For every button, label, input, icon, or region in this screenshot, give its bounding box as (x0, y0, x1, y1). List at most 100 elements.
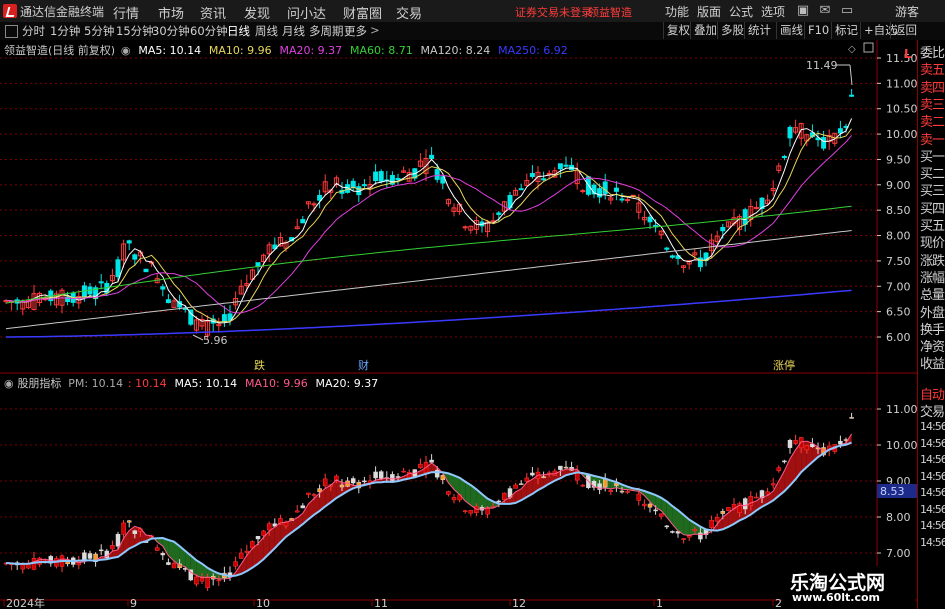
indicator-tick-label: 8.00 (886, 511, 911, 524)
indicator-candle (642, 503, 647, 507)
tf-multi[interactable]: 多周期 (309, 23, 344, 39)
indicator-candle (502, 492, 507, 500)
chart-area[interactable]: 11.50 11.00 10.50 10.00 9.50 9.00 8.50 8.00 7.50… (0, 40, 917, 609)
menu-assistant[interactable]: 问小达 (287, 3, 326, 22)
mail-icon[interactable]: ✉ (818, 4, 832, 18)
event-limit-up-label: 涨停 (773, 358, 795, 372)
indicator-settings-icon[interactable]: ◉ (4, 377, 14, 390)
btn-mark[interactable]: 标记 (831, 22, 861, 39)
candle (496, 212, 502, 215)
indicator-candle (524, 477, 530, 482)
tf-1min[interactable]: 1分钟 (50, 23, 80, 39)
btn-overlay[interactable]: 叠加 (690, 22, 720, 39)
price-tick-label: 11.50 (886, 52, 917, 65)
sidebar-item: 总量 (920, 288, 945, 304)
skin-icon[interactable]: ▣ (796, 4, 810, 18)
tf-60min[interactable]: 60分钟 (190, 23, 228, 39)
menu-markets[interactable]: 市场 (158, 3, 184, 22)
indicator-candle (468, 510, 474, 514)
candle (98, 281, 104, 284)
sidebar-item: 卖五 (920, 63, 945, 79)
login-warning[interactable]: 证券交易未登录 (515, 4, 592, 20)
indicator-title: 股朋指标 (17, 377, 62, 390)
indicator-candle (681, 538, 686, 540)
indicator-candle (849, 417, 854, 419)
app-title: 通达信金融终端 (20, 5, 105, 19)
indicator-candle (418, 463, 423, 469)
indicator-candle (602, 478, 608, 488)
indicator-candle (350, 478, 356, 484)
sidebar-item: 卖一 (920, 132, 945, 148)
btn-stats[interactable]: 统计 (744, 22, 774, 39)
indicator-candle (804, 445, 810, 451)
indicator-candle (496, 500, 502, 503)
candle (597, 188, 603, 198)
btn-multi-stock[interactable]: 多股 (717, 22, 747, 39)
legend-ma250: MA250: 6.92 (498, 44, 568, 57)
candle (580, 190, 586, 193)
tf-monthly[interactable]: 月线 (282, 23, 305, 39)
tf-weekly[interactable]: 周线 (255, 23, 278, 39)
btn-adjust[interactable]: 复权 (663, 22, 693, 39)
candle (126, 240, 132, 244)
legend-settings-icon[interactable]: ◉ (121, 44, 131, 57)
tf-daily[interactable]: 日线 (227, 23, 250, 39)
candle (143, 268, 149, 273)
menu-discover[interactable]: 发现 (244, 3, 270, 22)
list-icon[interactable] (5, 25, 18, 38)
indicator-candle (692, 529, 698, 531)
candle (373, 171, 379, 182)
menu-layout[interactable]: 版面 (697, 3, 721, 20)
window-icon[interactable]: ▭ (840, 4, 854, 18)
tf-intraday[interactable]: 分时 (22, 23, 45, 39)
candle (429, 154, 435, 160)
indicator-candle (244, 550, 250, 553)
sidebar-item: 买四 (920, 201, 945, 217)
sidebar-trade-item[interactable]: 交易 (920, 401, 945, 420)
candle (221, 314, 227, 322)
indicator-candle (776, 467, 782, 472)
indicator-candle (518, 483, 524, 486)
date-tick-label: 2024年 (6, 596, 45, 609)
candle (742, 209, 748, 225)
indicator-candle (451, 497, 457, 501)
indicator-candle (378, 471, 384, 479)
indicator-candle (541, 476, 546, 478)
menu-formula[interactable]: 公式 (729, 3, 753, 20)
candle (849, 94, 855, 97)
indicator-candle (126, 520, 132, 523)
menu-market[interactable]: 行情 (113, 3, 139, 22)
stock-link[interactable]: 领益智造 (588, 4, 632, 20)
price-tick-label: 10.50 (886, 103, 917, 116)
candle (361, 184, 367, 187)
tf-15min[interactable]: 15分钟 (116, 23, 154, 39)
indicator-candle (166, 562, 171, 565)
candle (613, 187, 619, 192)
tf-more-chevron-icon[interactable]: > (370, 23, 380, 37)
indicator-candle (322, 478, 328, 487)
menu-news[interactable]: 资讯 (200, 3, 226, 22)
btn-back[interactable]: 返回 (890, 22, 920, 39)
sidebar-item: 卖四 (920, 80, 945, 96)
date-tick-label: 9 (130, 597, 137, 609)
price-tick-label: 8.50 (886, 204, 911, 217)
candle (647, 216, 653, 223)
sidebar-item: 卖三 (920, 97, 945, 113)
indicator-candle (709, 519, 714, 528)
sidebar-item: 外盘 (920, 305, 945, 321)
user-label[interactable]: 游客 (895, 3, 919, 20)
menu-options[interactable]: 选项 (761, 3, 785, 20)
btn-draw[interactable]: 画线 (776, 22, 806, 39)
menu-wealth[interactable]: 财富圈 (343, 3, 382, 22)
price-tick-label: 11.00 (886, 77, 917, 90)
menu-trade[interactable]: 交易 (396, 3, 422, 22)
menu-function[interactable]: 功能 (665, 3, 689, 20)
indicator-candle (653, 509, 658, 512)
tf-5min[interactable]: 5分钟 (84, 23, 114, 39)
high-price-label: 11.49 (806, 59, 838, 72)
btn-f10[interactable]: F10 (804, 22, 832, 39)
tf-30min[interactable]: 30分钟 (152, 23, 190, 39)
tf-more[interactable]: 更多 (344, 23, 367, 39)
sidebar-item: 收益 (920, 357, 945, 373)
sidebar-item: 换手 (920, 322, 945, 338)
